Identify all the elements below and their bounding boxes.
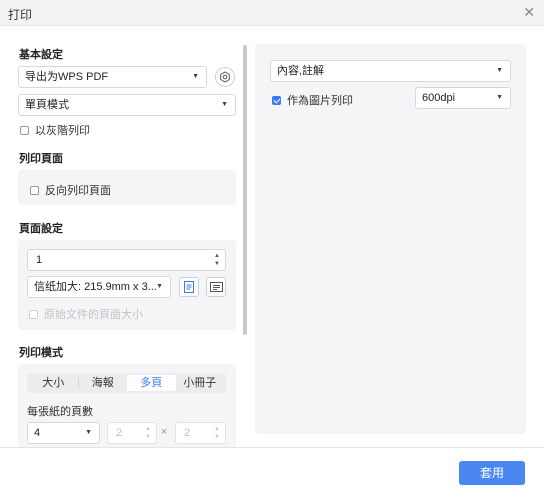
pages-per-sheet-value: 4 — [34, 427, 41, 439]
checkbox-box — [29, 309, 38, 319]
columns-stepper[interactable]: 2 ▲ ▼ — [107, 422, 157, 444]
stepper-arrows-icon[interactable]: ▲ ▼ — [214, 425, 220, 441]
window-title: 打印 — [8, 8, 33, 22]
copies-value: 1 — [36, 254, 43, 266]
print-mode-tabs: 大小 海報 多頁 小冊子 — [27, 373, 226, 393]
stepper-arrows-icon[interactable]: ▲ ▼ — [214, 252, 220, 268]
left-panel-scrollbar[interactable] — [243, 45, 247, 335]
dpi-value: 600dpi — [422, 92, 456, 104]
chevron-down-icon: ▼ — [192, 73, 199, 80]
tab-multiple-pages[interactable]: 多頁 — [127, 375, 176, 391]
page-mode-value: 單頁模式 — [25, 99, 69, 111]
stepper-arrows-icon[interactable]: ▲ ▼ — [145, 425, 151, 441]
paper-size-select[interactable]: 信纸加大: 215.9mm x 3... ▼ — [27, 276, 171, 298]
chevron-down-icon: ▼ — [85, 429, 92, 436]
dpi-select[interactable]: 600dpi ▼ — [415, 87, 511, 109]
original-size-checkbox[interactable]: 原始文件的頁面大小 — [29, 306, 143, 322]
chevron-down-icon: ▼ — [496, 94, 503, 101]
tab-poster[interactable]: 海報 — [79, 375, 128, 391]
pages-per-sheet-select[interactable]: 4 ▼ — [27, 422, 100, 444]
print-mode-title: 列印模式 — [19, 347, 63, 359]
printer-select[interactable]: 导出为WPS PDF ▼ — [18, 66, 207, 88]
paper-size-value: 信纸加大: 215.9mm x 3... — [34, 281, 157, 293]
copies-stepper[interactable]: 1 ▲ ▼ — [27, 249, 226, 271]
title-bar: 打印 ✕ — [0, 0, 544, 26]
page-setup-title: 頁面設定 — [19, 223, 63, 235]
portrait-button[interactable] — [179, 277, 199, 297]
reverse-pages-checkbox[interactable]: 反向列印頁面 — [30, 182, 111, 198]
columns-value: 2 — [116, 427, 123, 439]
apply-button[interactable]: 套用 — [459, 461, 525, 485]
portrait-icon — [184, 281, 194, 293]
page-mode-select[interactable]: 單頁模式 ▼ — [18, 94, 236, 116]
print-pages-panel: 反向列印頁面 — [18, 170, 236, 205]
print-as-image-checkbox[interactable]: 作為圖片列印 — [272, 92, 353, 108]
tab-booklet[interactable]: 小冊子 — [176, 375, 225, 391]
checkbox-checked — [272, 95, 281, 105]
footer-divider — [0, 447, 544, 448]
rows-value: 2 — [184, 427, 191, 439]
grayscale-label: 以灰階列印 — [35, 125, 90, 137]
print-pages-title: 列印頁面 — [19, 153, 63, 165]
original-size-label: 原始文件的頁面大小 — [44, 309, 143, 321]
print-as-image-label: 作為圖片列印 — [287, 95, 353, 107]
reverse-pages-label: 反向列印頁面 — [45, 185, 111, 197]
gear-icon — [220, 71, 230, 83]
tab-size[interactable]: 大小 — [29, 375, 78, 391]
content-value: 內容,註解 — [277, 65, 325, 77]
checkbox-box — [30, 185, 39, 195]
rows-stepper[interactable]: 2 ▲ ▼ — [175, 422, 226, 444]
chevron-down-icon: ▼ — [221, 101, 228, 108]
pages-per-sheet-label: 每張紙的頁數 — [27, 406, 93, 418]
chevron-down-icon: ▼ — [156, 283, 163, 290]
checkbox-box — [20, 125, 29, 135]
printer-value: 导出为WPS PDF — [25, 71, 109, 83]
landscape-icon — [209, 282, 223, 292]
landscape-button[interactable] — [206, 277, 226, 297]
close-icon[interactable]: ✕ — [523, 4, 535, 20]
times-sign: × — [161, 426, 168, 438]
content-select[interactable]: 內容,註解 ▼ — [270, 60, 511, 82]
right-options-panel: 內容,註解 ▼ 作為圖片列印 600dpi ▼ — [255, 44, 526, 434]
basic-settings-title: 基本設定 — [19, 49, 63, 61]
grayscale-checkbox[interactable]: 以灰階列印 — [20, 122, 90, 138]
chevron-down-icon: ▼ — [496, 67, 503, 74]
printer-properties-button[interactable] — [215, 67, 235, 87]
